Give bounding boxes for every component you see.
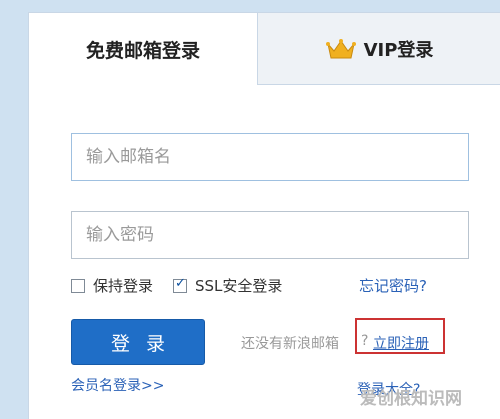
forgot-password-link[interactable]: 忘记密码? — [359, 275, 427, 296]
login-panel: 免费邮箱登录 VIP登录 保持登录 SSL安全登录 忘记密码? 登录 还没有新浪… — [28, 12, 500, 419]
tab-vip-login[interactable]: VIP登录 — [257, 13, 500, 85]
password-input[interactable] — [71, 211, 469, 259]
ssl-login-option[interactable]: SSL安全登录 — [173, 275, 282, 296]
member-login-link[interactable]: 会员名登录>> — [71, 375, 164, 395]
site-watermark: 爱创根知识网 — [360, 389, 462, 409]
ssl-login-label: SSL安全登录 — [195, 277, 283, 295]
crown-icon — [325, 38, 356, 58]
register-link[interactable]: 立即注册 — [373, 333, 429, 353]
keep-login-label: 保持登录 — [93, 277, 154, 295]
login-button[interactable]: 登录 — [71, 319, 205, 365]
ssl-login-checkbox[interactable] — [173, 276, 187, 293]
keep-login-option[interactable]: 保持登录 — [71, 275, 153, 296]
login-tabs: 免费邮箱登录 VIP登录 — [29, 13, 500, 85]
no-account-text: 还没有新浪邮箱 — [241, 336, 339, 352]
tab-free-mail-login[interactable]: 免费邮箱登录 — [29, 13, 257, 85]
email-input[interactable] — [71, 133, 469, 181]
tab-vip-label: VIP登录 — [363, 39, 434, 61]
keep-login-checkbox[interactable] — [71, 278, 85, 293]
